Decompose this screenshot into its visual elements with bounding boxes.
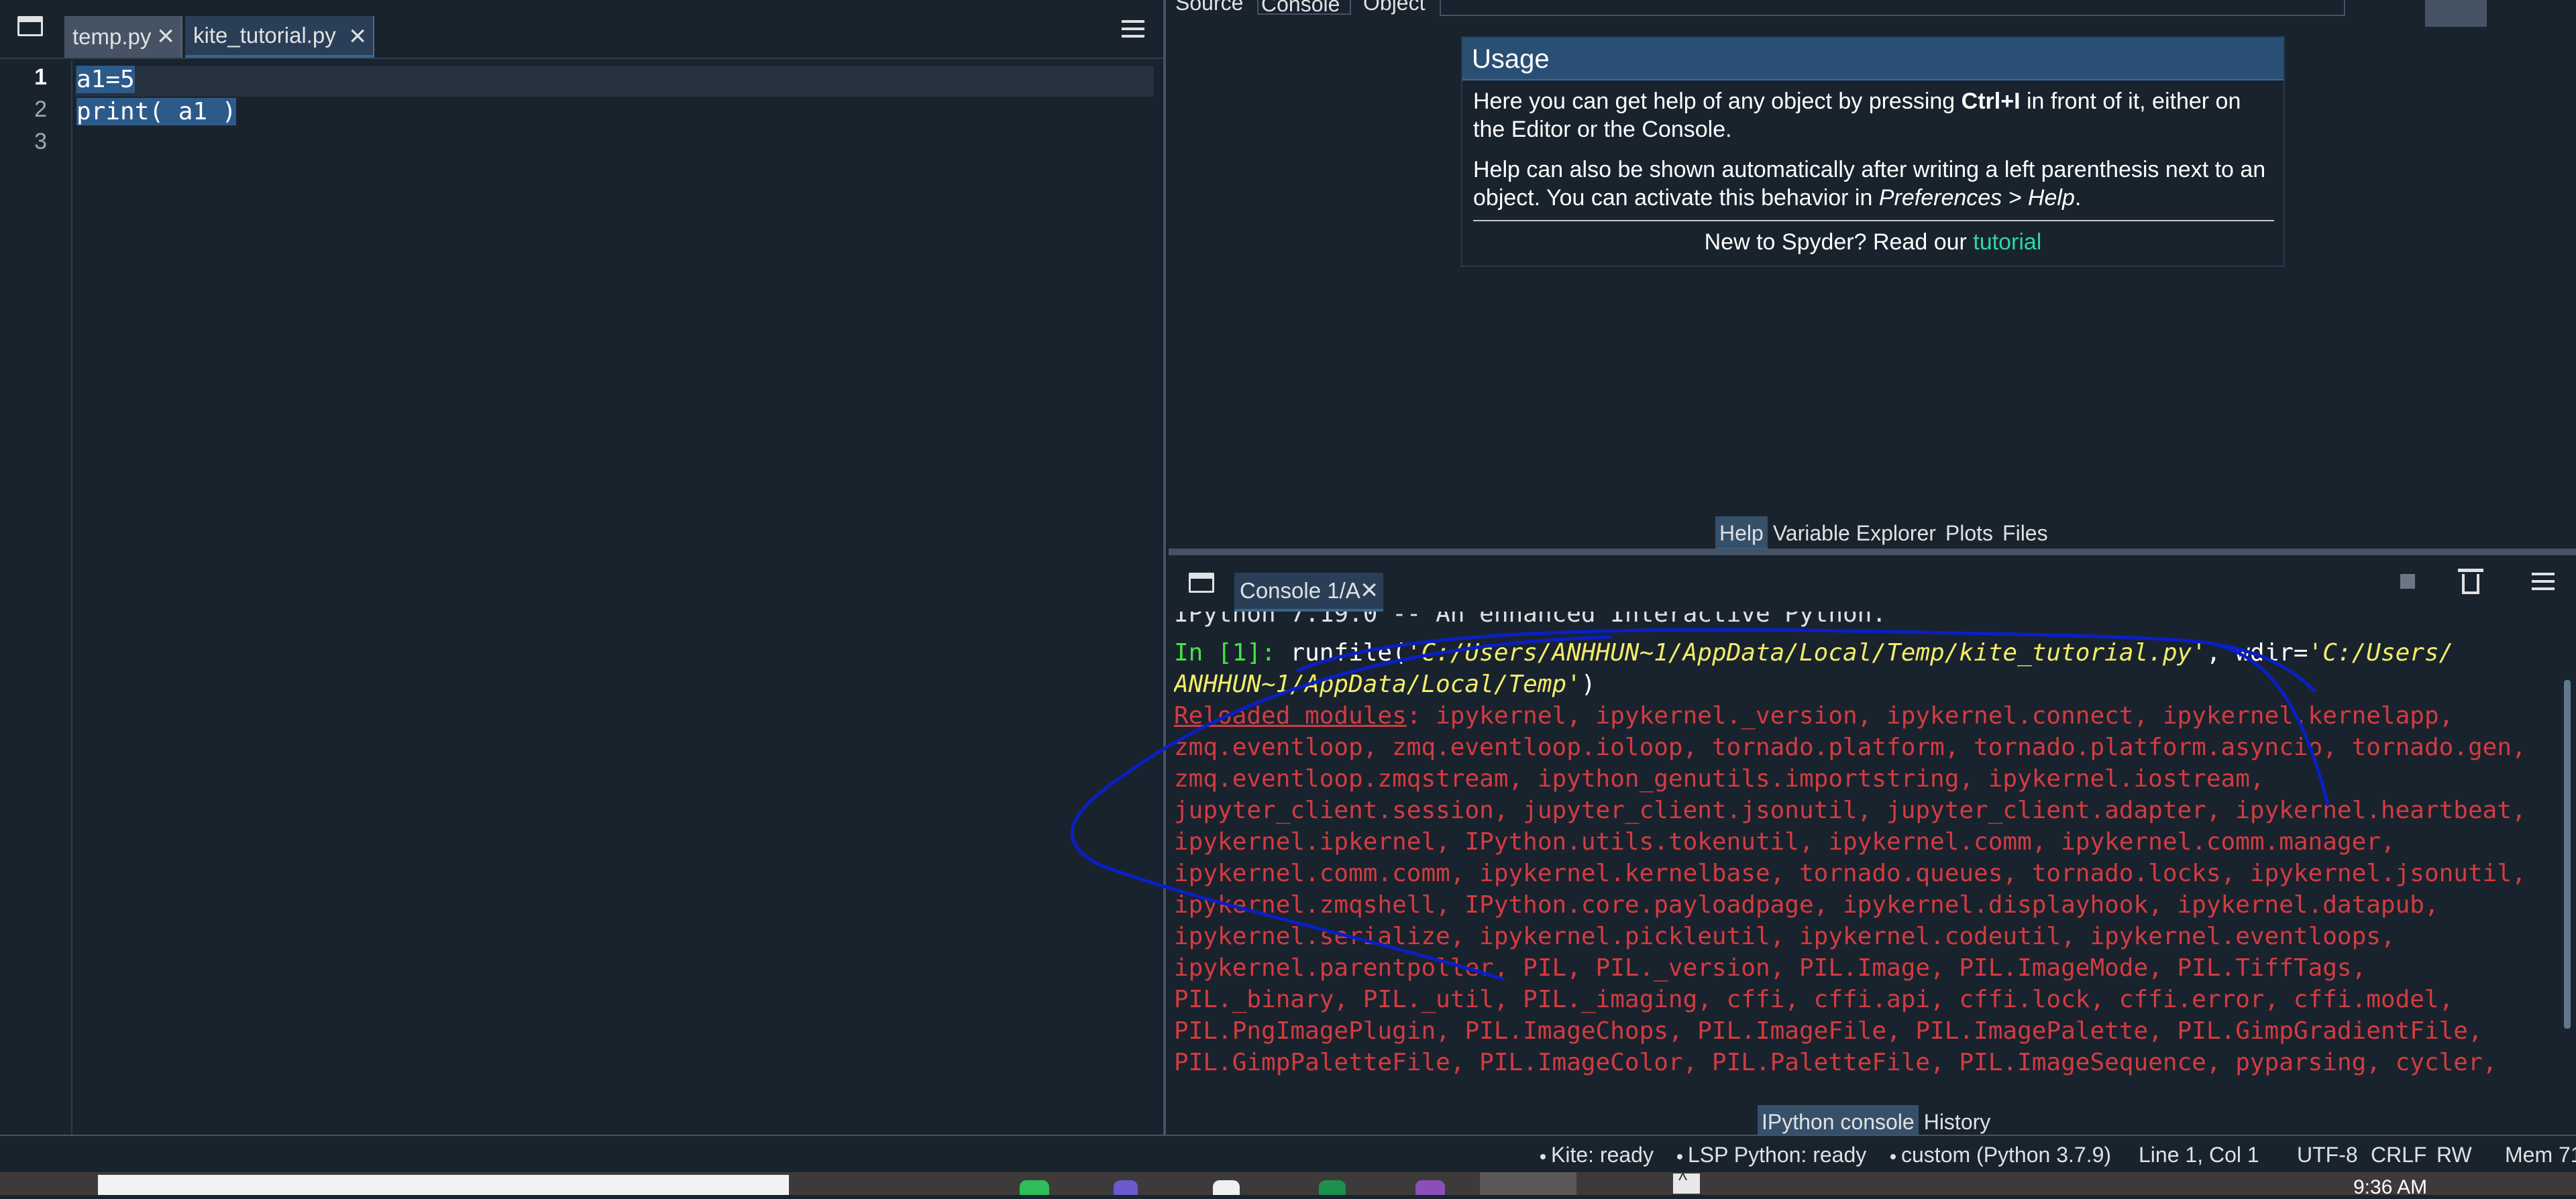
tray-chevron-icon[interactable]: ^ <box>1673 1169 1700 1194</box>
env-status[interactable]: custom (Python 3.7.9) <box>1890 1143 2111 1167</box>
eol-status: CRLF <box>2371 1143 2427 1167</box>
pen-annotation <box>1070 628 2330 981</box>
app-icon[interactable] <box>1213 1180 1240 1195</box>
status-bar: Kite: ready LSP Python: ready custom (Py… <box>0 1135 2576 1172</box>
excel-icon[interactable] <box>1319 1180 1346 1195</box>
lsp-status[interactable]: LSP Python: ready <box>1677 1143 1866 1167</box>
app-icon[interactable] <box>1114 1180 1138 1195</box>
annotation-stroke <box>1070 628 2330 981</box>
cursor-position: Line 1, Col 1 <box>2139 1143 2259 1167</box>
spotify-icon[interactable] <box>1020 1180 1049 1195</box>
taskbar-search-box[interactable] <box>98 1175 789 1195</box>
taskbar-active-app[interactable] <box>1480 1172 1576 1195</box>
windows-taskbar: ^ 9:36 AM <box>0 1169 2576 1198</box>
memory-status: Mem 71% <box>2505 1143 2576 1167</box>
encoding-status: UTF-8 <box>2297 1143 2358 1167</box>
taskbar-clock[interactable]: 9:36 AM <box>2353 1176 2427 1199</box>
mode-status: RW <box>2436 1143 2472 1167</box>
kite-status[interactable]: Kite: ready <box>1540 1143 1654 1167</box>
app-icon[interactable] <box>1415 1180 1445 1195</box>
